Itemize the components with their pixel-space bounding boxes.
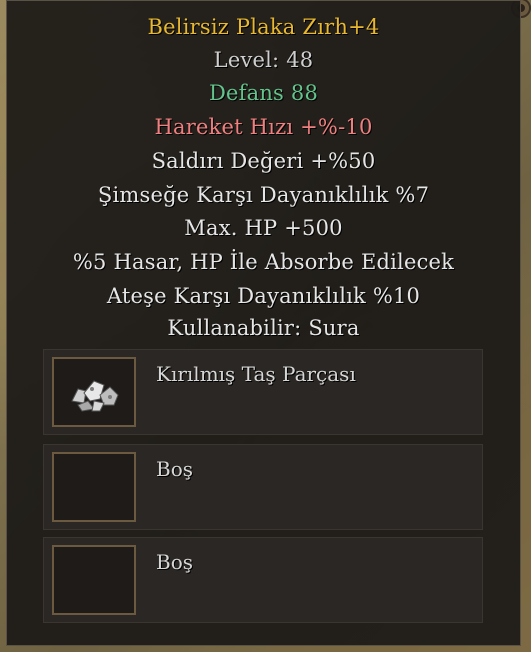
bonus-attack-value: Saldırı Değeri +%50: [151, 149, 376, 173]
socket-box: [52, 452, 136, 522]
usable-by: Kullanabilir: Sura: [167, 316, 360, 340]
item-title: Belirsiz Plaka Zırh+4: [147, 15, 380, 39]
item-level: Level: 48: [213, 48, 314, 72]
bonus-fire-resist: Ateşe Karşı Dayanıklılık %10: [106, 284, 421, 308]
socket-label: Kırılmış Taş Parçası: [156, 362, 356, 386]
socket-label: Boş: [156, 550, 194, 574]
socket-label: Boş: [156, 457, 194, 481]
broken-stone-icon: [71, 380, 119, 412]
socket-slot-3: Boş: [43, 537, 483, 623]
bonus-max-hp: Max. HP +500: [184, 216, 343, 240]
socket-box: [52, 545, 136, 615]
socket-slot-2: Boş: [43, 444, 483, 530]
socket-slot-1: Kırılmış Taş Parçası: [43, 349, 483, 435]
item-tooltip: Belirsiz Plaka Zırh+4 Level: 48 Defans 8…: [6, 0, 521, 646]
item-defense: Defans 88: [208, 81, 319, 105]
socket-box: [52, 357, 136, 427]
bonus-move-speed: Hareket Hızı +%-10: [154, 115, 373, 139]
bonus-absorb: %5 Hasar, HP İle Absorbe Edilecek: [72, 250, 455, 274]
bonus-lightning-resist: Şimseğe Karşı Dayanıklılık %7: [97, 183, 430, 207]
